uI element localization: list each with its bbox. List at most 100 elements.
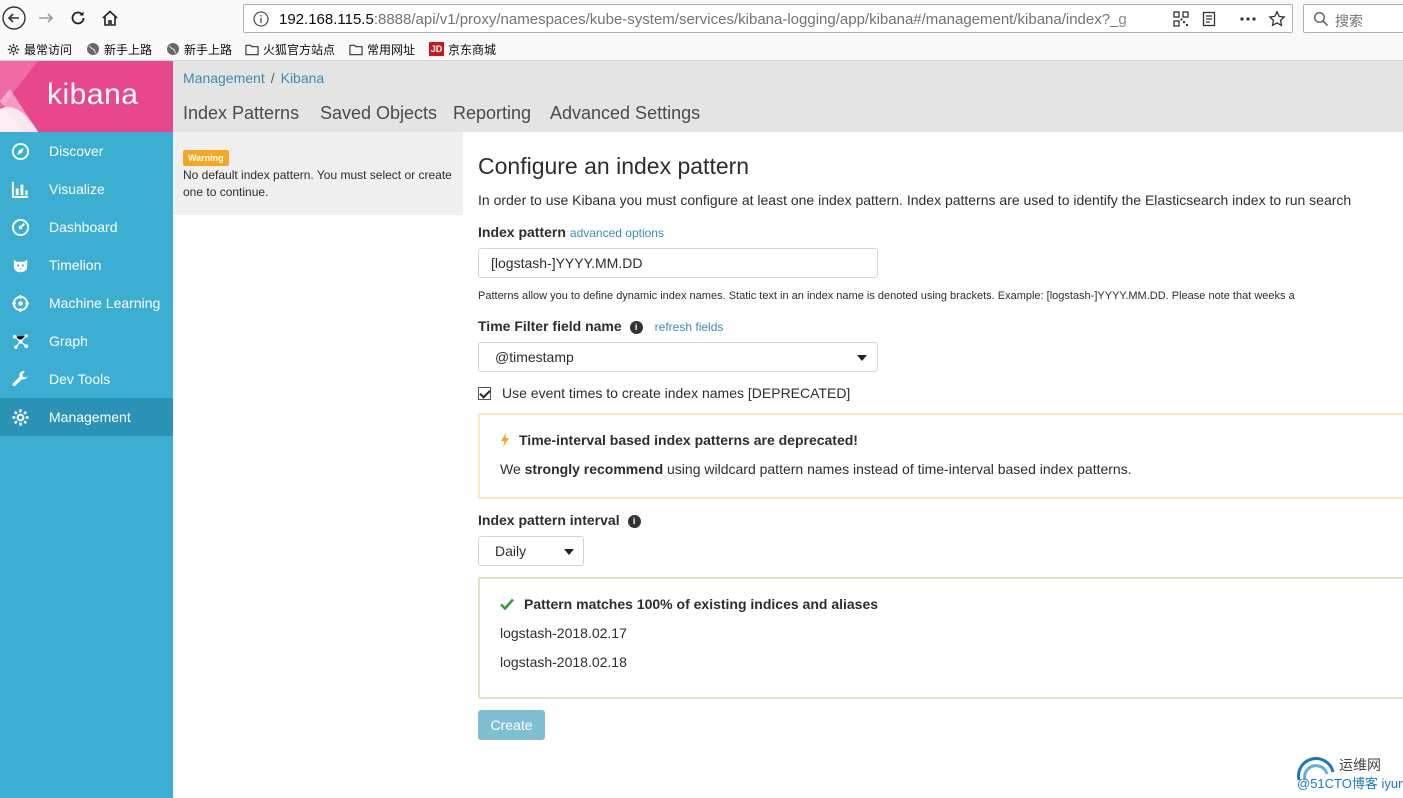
index-pattern-label-text: Index pattern: [478, 224, 566, 240]
breadcrumb: Management / Kibana: [183, 70, 324, 86]
info-icon[interactable]: i: [627, 514, 641, 528]
url-text[interactable]: 192.168.115.5:8888/api/v1/proxy/namespac…: [279, 11, 1174, 28]
tab-saved-objects[interactable]: Saved Objects: [320, 103, 437, 124]
reload-button[interactable]: [66, 6, 90, 30]
index-pattern-input[interactable]: [logstash-]YYYY.MM.DD: [478, 248, 878, 278]
qr-code-icon[interactable]: [1172, 10, 1190, 28]
time-field-select[interactable]: @timestamp: [478, 342, 878, 372]
time-field-label-text: Time Filter field name: [478, 318, 622, 334]
kibana-logo[interactable]: kibana: [0, 61, 173, 132]
bookmark-getting-started[interactable]: 新手上路: [86, 40, 152, 58]
forward-arrow-icon: [39, 13, 54, 23]
machine-learning-icon: [10, 293, 30, 313]
list-item: logstash-2018.02.18: [500, 654, 627, 670]
url-bar[interactable]: 192.168.115.5:8888/api/v1/proxy/namespac…: [243, 4, 1293, 33]
event-times-checkbox-row[interactable]: Use event times to create index names [D…: [478, 384, 850, 402]
sidebar-item-label: Dev Tools: [49, 371, 111, 387]
sidebar-item-dev-tools[interactable]: Dev Tools: [0, 360, 173, 398]
intro-text: In order to use Kibana you must configur…: [478, 192, 1352, 208]
reader-view-icon[interactable]: [1200, 10, 1218, 28]
logo-text: kibana: [47, 78, 139, 111]
breadcrumb-kibana[interactable]: Kibana: [281, 70, 325, 86]
forward-button[interactable]: [34, 6, 58, 30]
bookmark-star-icon[interactable]: [1268, 10, 1286, 28]
chevron-down-icon: [857, 355, 867, 361]
sidebar-item-label: Graph: [49, 333, 88, 349]
sidebar-item-label: Timelion: [49, 257, 102, 273]
timelion-icon: [10, 255, 30, 275]
url-fade: [1114, 7, 1174, 31]
bookmark-getting-started-2[interactable]: 新手上路: [166, 40, 232, 58]
interval-select[interactable]: Daily: [478, 536, 584, 566]
watermark-text-1: 运维网: [1339, 757, 1381, 773]
search-bar[interactable]: 搜索: [1303, 4, 1403, 33]
sidebar-item-management[interactable]: Management: [0, 398, 173, 436]
sidebar-item-machine-learning[interactable]: Machine Learning: [0, 284, 173, 322]
deprecation-title: Time-interval based index patterns are d…: [500, 432, 858, 448]
home-button[interactable]: [98, 6, 122, 30]
tab-reporting[interactable]: Reporting: [453, 103, 531, 124]
page-title: Configure an index pattern: [478, 153, 750, 179]
interval-label-text: Index pattern interval: [478, 512, 620, 528]
breadcrumb-management[interactable]: Management: [183, 70, 265, 86]
sidebar-item-graph[interactable]: Graph: [0, 322, 173, 360]
folder-icon: [245, 42, 259, 56]
advanced-options-link[interactable]: advanced options: [570, 226, 664, 240]
interval-value: Daily: [495, 543, 527, 559]
tab-advanced-settings[interactable]: Advanced Settings: [550, 103, 700, 124]
time-field-label: Time Filter field name i refresh fields: [478, 318, 723, 334]
home-icon: [102, 10, 118, 26]
deprecation-text-strong: strongly recommend: [524, 461, 664, 477]
back-button[interactable]: [2, 6, 26, 30]
index-pattern-label: Index pattern advanced options: [478, 224, 664, 240]
kibana-logo-icon: [0, 61, 38, 132]
default-index-warning: Warning No default index pattern. You mu…: [173, 132, 463, 215]
gear-icon: [6, 42, 20, 56]
back-arrow-icon: [2, 6, 26, 30]
search-icon: [1312, 10, 1330, 28]
tab-index-patterns[interactable]: Index Patterns: [183, 103, 299, 124]
checkmark-icon: [500, 598, 514, 610]
globe-icon: [166, 42, 180, 56]
sidebar-item-visualize[interactable]: Visualize: [0, 170, 173, 208]
wrench-icon: [10, 369, 30, 389]
bookmark-jd-mall[interactable]: JD 京东商城: [429, 40, 496, 58]
deprecation-text-prefix: We: [500, 461, 525, 477]
deprecation-title-text: Time-interval based index patterns are d…: [519, 432, 858, 448]
refresh-fields-link[interactable]: refresh fields: [655, 320, 724, 334]
bookmark-label: 最常访问: [24, 42, 73, 57]
sidebar-item-discover[interactable]: Discover: [0, 132, 173, 170]
globe-icon: [86, 42, 100, 56]
info-icon[interactable]: i: [629, 320, 643, 334]
browser-toolbar: 192.168.115.5:8888/api/v1/proxy/namespac…: [0, 0, 1403, 37]
sidebar-item-label: Discover: [49, 143, 104, 159]
deprecation-callout: Time-interval based index patterns are d…: [478, 413, 1403, 499]
sidebar-item-label: Dashboard: [49, 219, 118, 235]
bookmarks-bar: 最常访问 新手上路 新手上路 火狐官方站点 常用网址 JD 京东商城: [0, 37, 1403, 61]
graph-icon: [10, 331, 30, 351]
interval-label: Index pattern interval i: [478, 512, 641, 528]
index-pattern-help: Patterns allow you to define dynamic ind…: [478, 290, 1295, 302]
create-button[interactable]: Create: [478, 710, 545, 740]
management-header: Management / Kibana Index Patterns Saved O…: [173, 61, 1403, 132]
bookmark-most-visited[interactable]: 最常访问: [6, 40, 72, 58]
more-actions-icon[interactable]: [1239, 10, 1257, 28]
compass-icon: [10, 141, 30, 161]
dashboard-icon: [10, 217, 30, 237]
watermark: 运维网 @51CTO博客 iyunv.com: [1295, 750, 1403, 798]
gear-icon: [10, 407, 30, 427]
event-times-checkbox[interactable]: [478, 386, 491, 400]
list-item: logstash-2018.02.17: [500, 625, 627, 641]
breadcrumb-separator: /: [270, 70, 275, 86]
sidebar-item-label: Visualize: [49, 181, 105, 197]
search-placeholder: 搜索: [1335, 13, 1363, 29]
info-icon[interactable]: [252, 10, 270, 28]
bolt-icon: [501, 433, 509, 447]
pattern-matches-panel: Pattern matches 100% of existing indices…: [478, 577, 1403, 699]
sidebar-item-label: Management: [49, 409, 131, 425]
folder-icon: [349, 42, 363, 56]
bookmark-firefox-official[interactable]: 火狐官方站点: [245, 40, 335, 58]
sidebar-item-dashboard[interactable]: Dashboard: [0, 208, 173, 246]
bookmark-common-sites[interactable]: 常用网址: [349, 40, 415, 58]
sidebar-item-timelion[interactable]: Timelion: [0, 246, 173, 284]
